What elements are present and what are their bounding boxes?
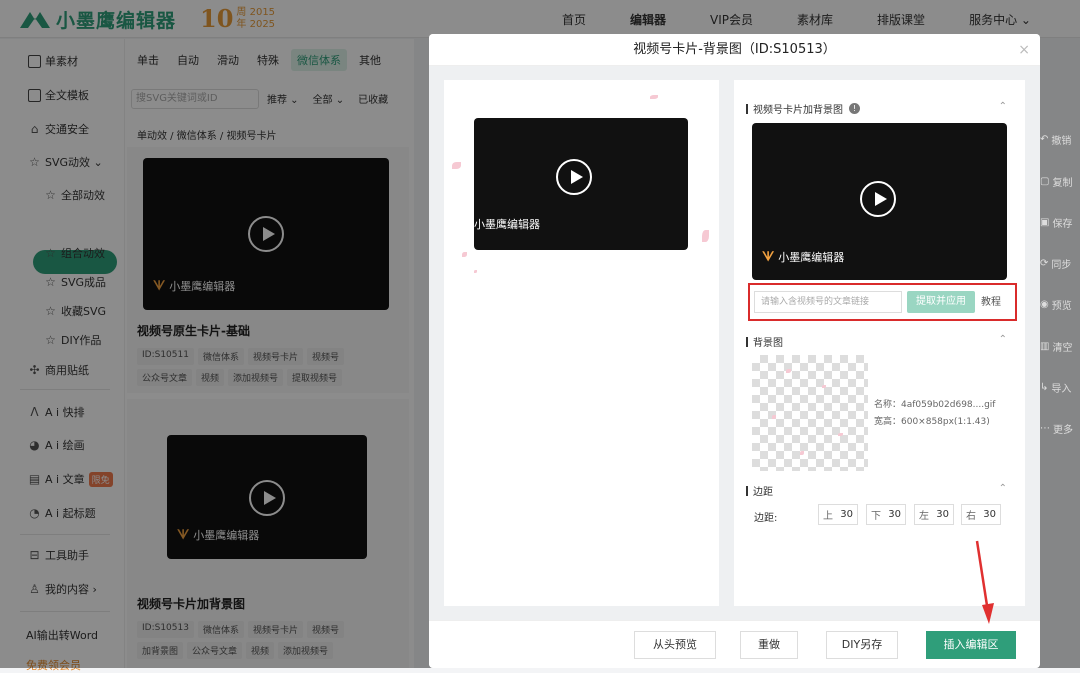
video-brand: 小墨鹰编辑器	[474, 218, 540, 231]
section-title-video-card: 视频号卡片加背景图!	[746, 101, 860, 116]
insert-editor-button[interactable]: 插入编辑区	[926, 631, 1016, 659]
undo-icon: ↶	[1040, 134, 1049, 145]
highlight-box: 请输入含视频号的文章链接 提取并应用 教程	[748, 283, 1017, 321]
collapse-icon[interactable]: ⌃	[999, 101, 1007, 112]
video-card-preview[interactable]: ᗐ 小墨鹰编辑器	[752, 123, 1007, 280]
play-icon[interactable]	[556, 159, 592, 195]
undo-button[interactable]: ↶ 撤销	[1040, 132, 1080, 147]
preview-pane: 小墨鹰编辑器	[444, 80, 719, 606]
copy-button[interactable]: ▢ 复制	[1040, 174, 1080, 189]
video-brand: 小墨鹰编辑器	[778, 251, 845, 264]
margin-left-input[interactable]: 左 30	[914, 504, 954, 525]
background-name: 名称：4af059b02d698....gif	[874, 400, 996, 410]
margin-label: 边距:	[754, 513, 778, 524]
margin-right-input[interactable]: 右 30	[961, 504, 1001, 525]
save-button[interactable]: ▣ 保存	[1040, 215, 1080, 230]
close-icon[interactable]: ×	[1018, 42, 1030, 58]
more-icon: ⋯	[1040, 423, 1050, 434]
collapse-icon[interactable]: ⌃	[999, 334, 1007, 345]
play-icon[interactable]	[860, 181, 896, 217]
article-url-input[interactable]: 请输入含视频号的文章链接	[754, 291, 902, 313]
import-icon: ↳	[1040, 382, 1049, 393]
margin-bottom-input[interactable]: 下 30	[866, 504, 906, 525]
clear-button[interactable]: ▥ 清空	[1040, 339, 1080, 354]
background-image-thumbnail[interactable]	[752, 355, 868, 471]
redo-button[interactable]: 重做	[740, 631, 798, 659]
copy-icon: ▢	[1040, 176, 1050, 187]
preview-video[interactable]: 小墨鹰编辑器	[474, 118, 688, 250]
preview-button[interactable]: ◉ 预览	[1040, 297, 1080, 312]
save-icon: ▣	[1040, 217, 1050, 228]
replay-preview-button[interactable]: 从头预览	[634, 631, 716, 659]
settings-pane: 视频号卡片加背景图! ⌃ ᗐ 小墨鹰编辑器 请输入含视频号的文章链接 提取并应用 …	[734, 80, 1025, 606]
extract-apply-button[interactable]: 提取并应用	[907, 291, 975, 313]
trash-icon: ▥	[1040, 341, 1050, 352]
petal-decoration	[462, 252, 467, 257]
margin-top-input[interactable]: 上 30	[818, 504, 858, 525]
section-title-margin: 边距	[746, 483, 773, 498]
brand-mark-icon: ᗐ	[762, 249, 775, 265]
collapse-icon[interactable]: ⌃	[999, 483, 1007, 494]
import-button[interactable]: ↳ 导入	[1040, 380, 1080, 395]
section-title-background: 背景图	[746, 334, 783, 349]
background-size: 宽高：600×858px(1:1.43)	[874, 417, 990, 427]
sync-button[interactable]: ⟳ 同步	[1040, 256, 1080, 271]
modal-footer: 从头预览 重做 DIY另存 插入编辑区	[429, 620, 1040, 668]
petal-decoration	[452, 162, 461, 169]
petal-decoration	[702, 230, 709, 242]
petal-decoration	[650, 95, 658, 99]
modal-header: 视频号卡片-背景图（ID:S10513） ×	[429, 34, 1040, 66]
more-button[interactable]: ⋯ 更多	[1040, 421, 1080, 436]
eye-icon: ◉	[1040, 299, 1049, 310]
tutorial-link[interactable]: 教程	[981, 293, 1001, 308]
sync-icon: ⟳	[1040, 258, 1049, 269]
modal-title: 视频号卡片-背景图（ID:S10513）	[633, 42, 836, 57]
material-modal: 视频号卡片-背景图（ID:S10513） × 小墨鹰编辑器 视频号卡片加背景图!…	[429, 34, 1040, 668]
diy-save-button[interactable]: DIY另存	[826, 631, 898, 659]
info-icon[interactable]: !	[849, 103, 860, 114]
petal-decoration	[474, 270, 477, 273]
